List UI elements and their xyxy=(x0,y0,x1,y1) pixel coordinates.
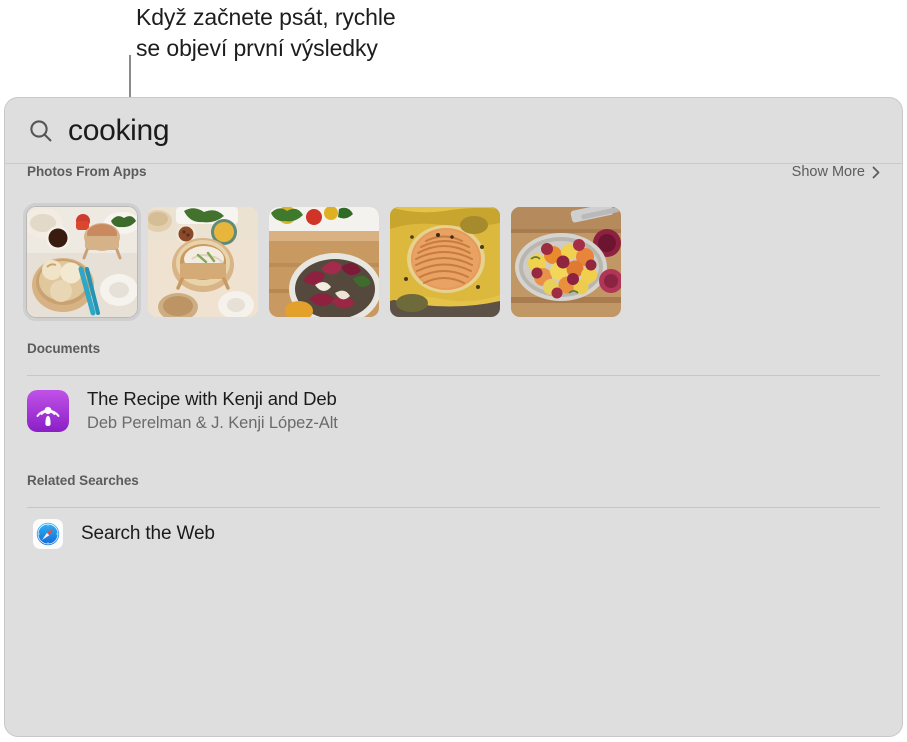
documents-section-title: Documents xyxy=(27,341,101,356)
callout-annotation-text: Když začnete psát, rychle se objeví prvn… xyxy=(136,4,396,61)
documents-section-header: Documents xyxy=(27,341,880,375)
list-item-search-the-web[interactable]: Search the Web xyxy=(27,508,880,560)
photos-section-header: Photos From Apps Show More xyxy=(27,164,880,198)
search-the-web-label: Search the Web xyxy=(81,523,215,544)
safari-app-icon xyxy=(33,519,63,549)
photo-thumbnail-strip xyxy=(23,198,880,321)
section-related-searches: Related Searches Search the Web xyxy=(5,473,902,560)
spotlight-search-panel: cooking Photos From Apps Show More Docum… xyxy=(4,97,903,737)
search-field-row[interactable]: cooking xyxy=(5,98,902,164)
spacer-after-photos xyxy=(5,317,902,341)
search-icon xyxy=(28,118,54,144)
show-more-button[interactable]: Show More xyxy=(792,164,880,180)
related-searches-section-header: Related Searches xyxy=(27,473,880,507)
photo-thumbnail-radicchio-salad[interactable] xyxy=(269,207,379,317)
section-photos-from-apps: Photos From Apps Show More xyxy=(5,164,902,321)
show-more-label: Show More xyxy=(791,164,865,180)
related-searches-section-title: Related Searches xyxy=(27,473,139,488)
search-input[interactable]: cooking xyxy=(68,114,170,148)
podcast-result-title: The Recipe with Kenji and Deb xyxy=(87,388,337,409)
photo-thumbnail-dumpling-steamer[interactable] xyxy=(148,207,258,317)
section-documents: Documents The Recipe with Kenji and Deb … xyxy=(5,341,902,445)
photo-thumbnail-dim-sum-steamer[interactable] xyxy=(23,203,141,321)
photo-thumbnail-citrus-beet-platter[interactable] xyxy=(511,207,621,317)
podcast-result-text: The Recipe with Kenji and Deb Deb Perelm… xyxy=(87,387,338,434)
photos-section-title: Photos From Apps xyxy=(27,164,147,179)
spacer-after-documents xyxy=(5,445,902,473)
list-item-podcast-result[interactable]: The Recipe with Kenji and Deb Deb Perelm… xyxy=(27,376,880,445)
chevron-right-icon xyxy=(872,166,880,179)
podcasts-app-icon xyxy=(27,389,69,432)
photo-thumbnail-baked-fish-crust[interactable] xyxy=(390,207,500,317)
podcast-result-subtitle: Deb Perelman & J. Kenji López-Alt xyxy=(87,414,338,432)
